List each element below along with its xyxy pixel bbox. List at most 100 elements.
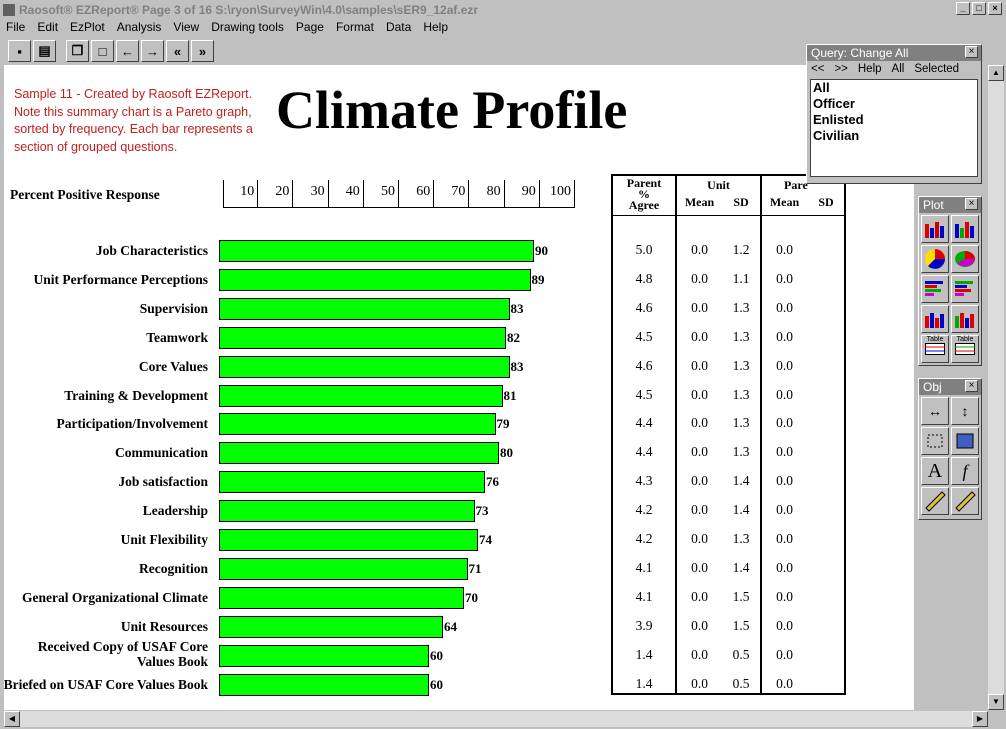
query-next[interactable]: >> — [834, 63, 847, 75]
query-selected[interactable]: Selected — [914, 63, 959, 75]
table-cell: 4.5 — [635, 386, 653, 402]
category-label: Participation/Involvement — [56, 416, 209, 432]
query-all[interactable]: All — [892, 63, 905, 75]
stretch-horizontal-icon[interactable]: ↔ — [921, 397, 949, 425]
close-icon[interactable]: × — [965, 380, 978, 392]
table-cell: 4.4 — [635, 415, 653, 431]
horizontal-bar-color-icon[interactable] — [951, 275, 979, 303]
table-cell: 0.0 — [776, 531, 793, 546]
category-label: Unit Flexibility — [120, 532, 208, 547]
horizontal-scrollbar[interactable]: ◀ ▶ — [4, 711, 988, 727]
stretch-vertical-icon[interactable]: ↕ — [951, 397, 979, 425]
menu-ezplot[interactable]: EzPlot — [64, 20, 111, 34]
scale-tick — [224, 180, 575, 207]
query-panel: Query: Change All × << >> Help All Select… — [806, 44, 982, 184]
stacked-bar-icon[interactable] — [921, 305, 949, 333]
query-list[interactable]: All Officer Enlisted Civilian — [810, 79, 978, 177]
table-icon[interactable]: Table — [921, 335, 949, 363]
list-item[interactable]: Civilian — [811, 128, 977, 144]
category-label: Supervision — [139, 300, 208, 316]
last-page-icon[interactable]: » — [191, 40, 214, 62]
new-page-icon[interactable]: □ — [91, 40, 114, 62]
table-cell: 1.4 — [635, 675, 653, 691]
menu-page[interactable]: Page — [290, 20, 330, 34]
menu-view[interactable]: View — [167, 20, 205, 34]
close-button[interactable]: × — [988, 2, 1002, 15]
bar — [219, 355, 510, 378]
maximize-button[interactable]: □ — [972, 2, 986, 15]
table-cell: 0.0 — [691, 328, 708, 344]
table-cell: 0.0 — [776, 559, 793, 575]
category-label: Unit Resources — [120, 618, 208, 634]
stacked-bar-color-icon[interactable] — [951, 305, 979, 333]
text-tool-icon[interactable]: A — [921, 457, 949, 485]
table-cell: 3.9 — [635, 617, 653, 633]
table-cell: 1.5 — [732, 588, 750, 604]
filled-rect-icon[interactable] — [951, 427, 979, 455]
scroll-right-icon[interactable]: ▶ — [972, 711, 988, 727]
table-cell: 1.4 — [732, 559, 750, 575]
menu-file[interactable]: File — [0, 20, 31, 34]
scroll-down-icon[interactable]: ▼ — [988, 694, 1004, 710]
bar-chart-icon[interactable] — [921, 215, 949, 243]
select-rect-icon[interactable] — [921, 427, 949, 455]
minimize-button[interactable]: _ — [956, 2, 970, 15]
first-page-icon[interactable]: « — [166, 40, 189, 62]
table-cell: 0.0 — [776, 299, 793, 315]
bar-value-label: 83 — [510, 300, 524, 316]
table-cell: 0.0 — [776, 242, 793, 257]
list-item[interactable]: Enlisted — [811, 112, 977, 128]
arrow-left-icon[interactable]: ← — [116, 40, 139, 62]
category-label: Recognition — [139, 560, 208, 576]
table-cell: 1.4 — [635, 646, 653, 662]
query-prev[interactable]: << — [811, 63, 824, 75]
scroll-left-icon[interactable]: ◀ — [4, 711, 20, 727]
copy-page-icon[interactable]: ❐ — [66, 40, 89, 62]
table-cell: 0.0 — [691, 531, 708, 546]
menu-format[interactable]: Format — [330, 20, 380, 34]
table-cell: 1.4 — [732, 473, 750, 489]
table-cell: 4.1 — [635, 559, 653, 575]
close-icon[interactable]: × — [965, 198, 978, 210]
category-label: Unit Performance Perceptions — [33, 271, 208, 287]
ruler-icon[interactable] — [921, 487, 949, 515]
menu-data[interactable]: Data — [380, 20, 417, 34]
table-cell: 0.0 — [691, 444, 708, 460]
pie-chart-icon[interactable] — [921, 245, 949, 273]
table-cell: 1.1 — [732, 270, 750, 286]
ruler-alt-icon[interactable] — [951, 487, 979, 515]
bar — [219, 615, 443, 638]
function-tool-icon[interactable]: f — [951, 457, 979, 485]
table-cell: 0.0 — [776, 675, 793, 691]
menu-drawing-tools[interactable]: Drawing tools — [205, 20, 290, 34]
table-cell: 4.6 — [635, 357, 653, 373]
list-item[interactable]: All — [811, 80, 977, 96]
pie-chart-3d-icon[interactable] — [951, 245, 979, 273]
sample-note: Sample 11 - Created by Raosoft EZReport.… — [14, 87, 253, 154]
scroll-up-icon[interactable]: ▲ — [988, 65, 1004, 81]
bar — [219, 500, 475, 523]
menu-help[interactable]: Help — [417, 20, 454, 34]
bar — [219, 673, 429, 696]
bar-chart-color-icon[interactable] — [951, 215, 979, 243]
table-cell: 5.0 — [635, 242, 653, 257]
bar-value-label: 89 — [531, 271, 545, 287]
print-icon[interactable]: ▤ — [33, 40, 56, 62]
header-sd: SD — [733, 195, 749, 209]
plot-panel: Plot × Table Table — [918, 196, 982, 366]
vertical-scrollbar[interactable]: ▲ ▼ — [988, 65, 1004, 710]
category-label: Briefed on USAF Core Values Book — [4, 676, 208, 692]
category-label: Job satisfaction — [118, 474, 208, 490]
menu-analysis[interactable]: Analysis — [111, 20, 168, 34]
menu-edit[interactable]: Edit — [31, 20, 64, 34]
query-help[interactable]: Help — [858, 63, 882, 75]
horizontal-bar-icon[interactable] — [921, 275, 949, 303]
arrow-right-icon[interactable]: → — [141, 40, 164, 62]
table-color-icon[interactable]: Table — [951, 335, 979, 363]
save-icon[interactable]: ▪ — [8, 40, 31, 62]
close-icon[interactable]: × — [965, 46, 978, 58]
header-unit: Unit — [707, 178, 730, 192]
list-item[interactable]: Officer — [811, 96, 977, 112]
table-cell: 1.3 — [732, 386, 750, 402]
table-cell: 4.4 — [635, 444, 653, 460]
